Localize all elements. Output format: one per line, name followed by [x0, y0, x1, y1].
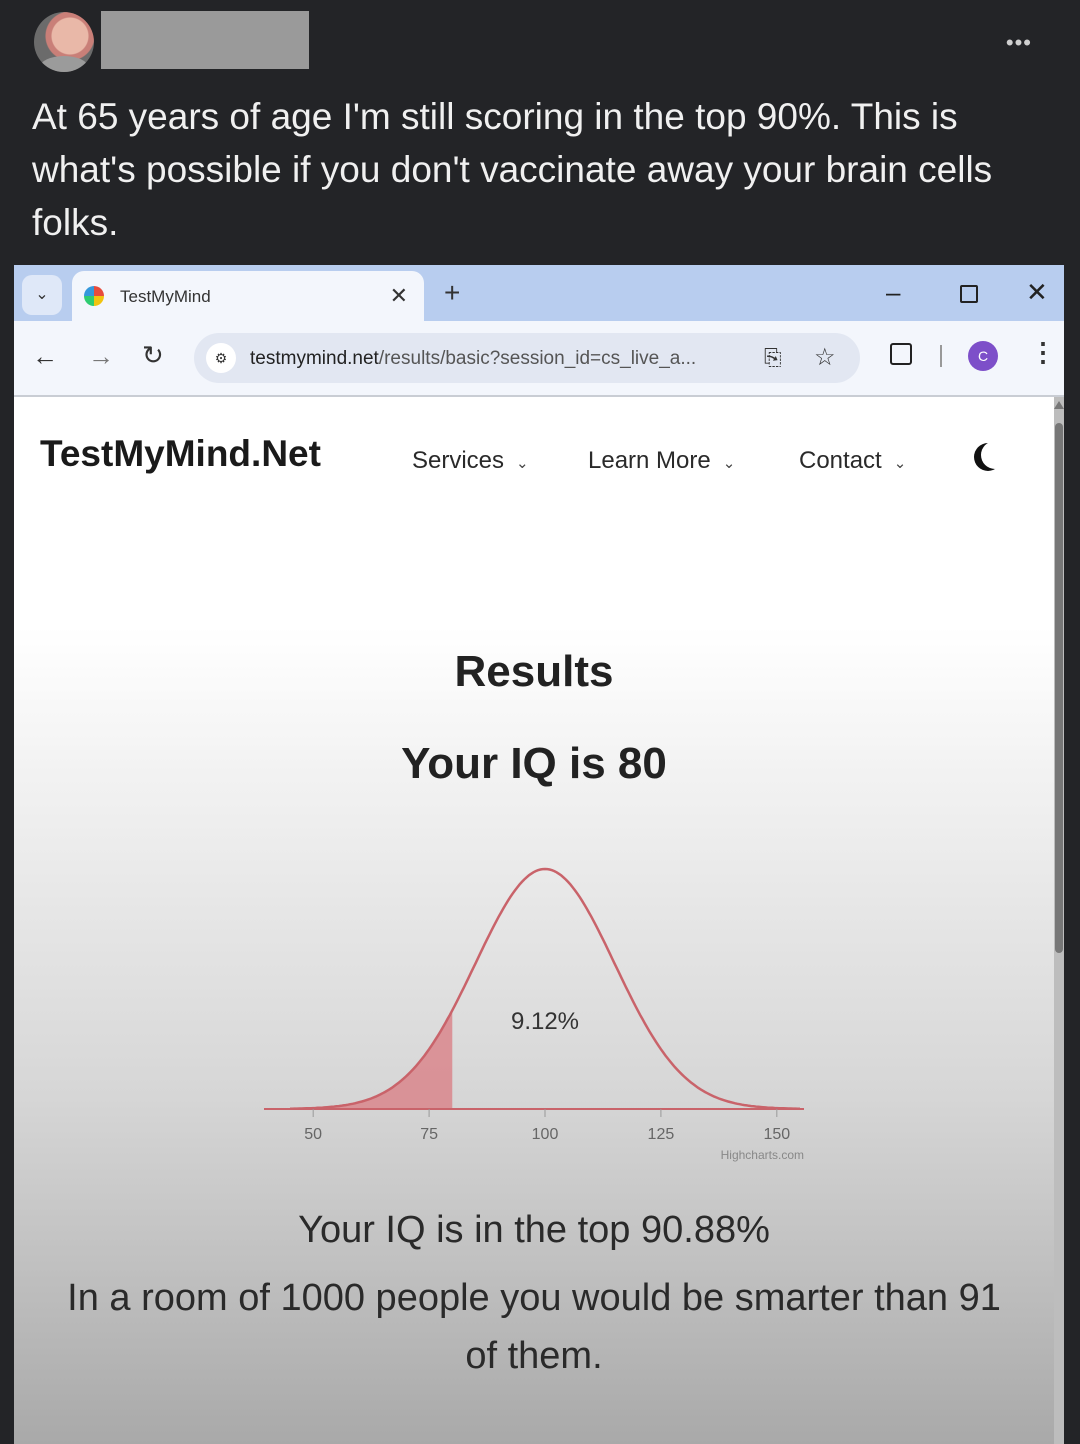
chevron-down-icon: ⌄: [516, 455, 529, 472]
extensions-icon[interactable]: [890, 343, 912, 365]
minimize-icon[interactable]: –: [886, 277, 900, 308]
site-logo[interactable]: TestMyMind.Net: [40, 433, 321, 475]
results-title: Results: [454, 647, 614, 696]
x-tick-label-75: 75: [420, 1126, 438, 1143]
toolbar-divider: [940, 345, 942, 367]
bookmark-star-icon[interactable]: ☆: [814, 343, 836, 372]
favicon-icon: [84, 286, 104, 306]
nav-services-label: Services: [412, 447, 505, 474]
scroll-up-icon[interactable]: [1054, 401, 1064, 409]
nav-contact[interactable]: Contact ⌄: [799, 447, 906, 475]
page-viewport: TestMyMind.Net Services ⌄ Learn More ⌄ Con…: [14, 397, 1054, 1444]
tab-bar: ⌄ TestMyMind ✕ + – ✕: [14, 265, 1064, 321]
iq-distribution-chart: 50 75 100 125 150 9.12% Highcharts.com: [264, 867, 804, 1162]
reload-icon[interactable]: ↻: [142, 340, 164, 371]
scrollbar[interactable]: [1054, 397, 1064, 1444]
window-close-icon[interactable]: ✕: [1026, 277, 1048, 308]
address-bar: ← → ↻ ⚙ testmymind.net/results/basic?ses…: [14, 321, 1064, 397]
shaded-area: [290, 1010, 453, 1109]
more-dots-icon[interactable]: •••: [1006, 30, 1032, 56]
tab-close-icon[interactable]: ✕: [390, 283, 408, 309]
iq-score-title: Your IQ is 80: [401, 739, 667, 788]
chevron-down-icon: ⌄: [893, 455, 907, 472]
profile-avatar[interactable]: C: [968, 341, 998, 371]
x-tick-label-125: 125: [648, 1126, 675, 1143]
nav-learn-more-label: Learn More: [588, 447, 711, 474]
url-input[interactable]: ⚙ testmymind.net/results/basic?session_i…: [194, 333, 860, 383]
site-settings-icon[interactable]: ⚙: [206, 343, 236, 373]
maximize-icon[interactable]: [960, 285, 978, 303]
post-header: •••: [0, 0, 1080, 90]
chevron-down-icon: ⌄: [722, 455, 736, 472]
top-percent-text: Your IQ is in the top 90.88%: [298, 1209, 770, 1251]
scroll-thumb[interactable]: [1055, 423, 1063, 953]
percent-annotation: 9.12%: [511, 1008, 579, 1035]
distribution-curve: [290, 867, 800, 1110]
tab-search-icon[interactable]: ⌄: [22, 275, 62, 315]
back-icon[interactable]: ←: [32, 341, 58, 372]
forward-icon[interactable]: →: [88, 341, 114, 372]
room-comparison-text: In a room of 1000 people you would be sm…: [67, 1277, 1001, 1377]
chart-credits: Highcharts.com: [721, 1148, 804, 1162]
url-text: testmymind.net/results/basic?session_id=…: [250, 348, 696, 370]
install-app-icon[interactable]: ⎘: [764, 345, 782, 371]
post-text: At 65 years of age I'm still scoring in …: [32, 96, 993, 243]
nav-services[interactable]: Services ⌄: [412, 447, 529, 475]
moon-icon[interactable]: [981, 441, 1009, 469]
avatar[interactable]: [34, 12, 94, 72]
url-path: /results/basic?session_id=cs_live_a...: [378, 348, 697, 369]
x-tick-label-150: 150: [763, 1126, 790, 1143]
tab-title: TestMyMind: [120, 287, 211, 306]
tab-testmymind[interactable]: TestMyMind ✕: [72, 271, 424, 321]
x-tick-label-100: 100: [532, 1126, 559, 1143]
redacted-username[interactable]: [101, 11, 309, 69]
browser-menu-icon[interactable]: ⋮: [1030, 337, 1056, 368]
x-tick-label-50: 50: [304, 1126, 322, 1143]
new-tab-icon[interactable]: +: [444, 277, 460, 309]
nav-learn-more[interactable]: Learn More ⌄: [588, 447, 735, 475]
nav-contact-label: Contact: [799, 447, 882, 474]
browser-window: ⌄ TestMyMind ✕ + – ✕ ← → ↻ ⚙ testmymind.…: [14, 265, 1064, 1444]
url-domain: testmymind.net: [250, 348, 379, 369]
